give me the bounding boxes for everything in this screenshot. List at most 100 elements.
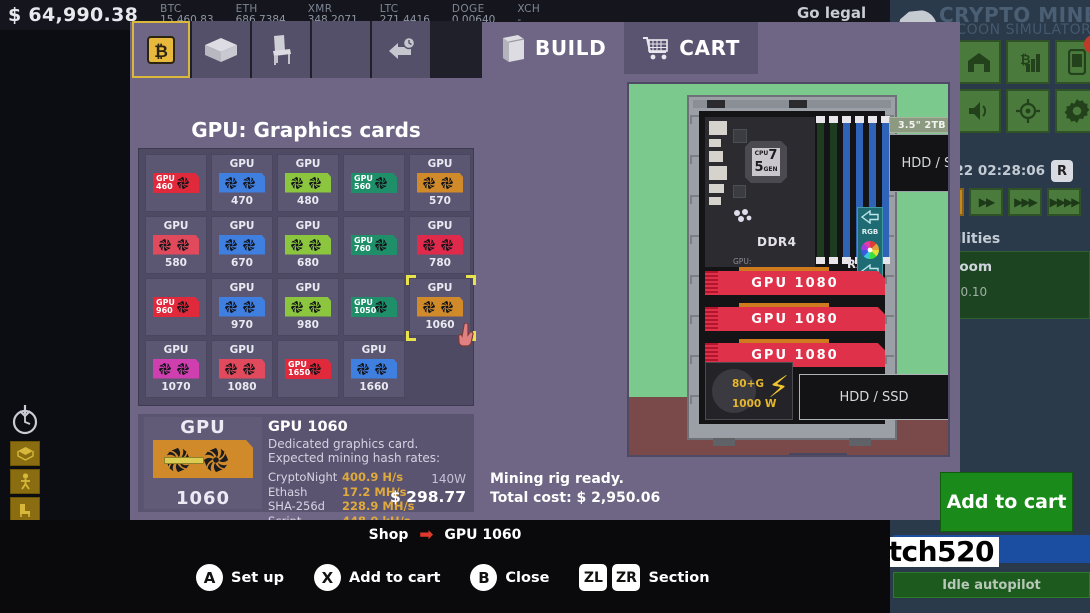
installed-gpu-2[interactable]: GPU 1080 xyxy=(705,307,885,331)
tab-components[interactable]: ₿ xyxy=(132,21,190,78)
fan-icon xyxy=(290,300,304,313)
gpu-cell-1660[interactable]: GPU 1660 xyxy=(343,340,405,398)
gpu-cell-top-label: GPU xyxy=(163,343,189,356)
fan-icon xyxy=(242,362,256,375)
gpu-cell-980[interactable]: GPU 980 xyxy=(277,278,339,336)
tool-object-icon[interactable] xyxy=(10,441,40,466)
button-zr-icon: ZR xyxy=(612,564,641,591)
go-legal-button[interactable]: Go legal xyxy=(797,4,866,22)
tab-boxes[interactable] xyxy=(192,21,250,78)
gpu-cell-top-label: GPU xyxy=(427,157,453,170)
shop-section-title: GPU: Graphics cards xyxy=(191,118,421,142)
shop-right-column: BUILD CART CPU7 5GEN DDR4 GPU: 3.5" 2TB … xyxy=(482,22,1073,532)
hint-close[interactable]: B Close xyxy=(470,564,549,591)
hdd-bay-slot[interactable]: HDD / SSD xyxy=(889,134,948,192)
mobo-dots-icon xyxy=(734,209,752,222)
gpu-cell-780[interactable]: GPU 780 xyxy=(409,216,471,274)
settings-button[interactable] xyxy=(1055,89,1090,133)
gpu-cell-top-label: GPU xyxy=(295,281,321,294)
gpu-connector xyxy=(359,193,381,197)
breadcrumb-from: Shop xyxy=(368,527,409,543)
rgb-label: RGB xyxy=(861,228,879,236)
hint-setup[interactable]: A Set up xyxy=(196,564,284,591)
gpu-cell-760[interactable]: GPU 760 xyxy=(343,216,405,274)
item-description: Dedicated graphics card. Expected mining… xyxy=(268,437,441,466)
gpu-cell-970[interactable]: GPU 970 xyxy=(211,278,273,336)
case-left-clips xyxy=(690,115,699,425)
speed-3x-button[interactable]: ▶▶▶▶ xyxy=(1047,188,1081,216)
pcie-slot-1 xyxy=(739,267,829,271)
hint-section[interactable]: ZL ZR Section xyxy=(579,564,710,591)
tab-empty[interactable] xyxy=(312,21,370,78)
build-viewport[interactable]: CPU7 5GEN DDR4 GPU: 3.5" 2TB HDD / RGB G… xyxy=(627,82,950,457)
ram-slot-3 xyxy=(842,116,851,264)
power-supply[interactable]: 80+G 1000 W ⚡ xyxy=(705,362,793,420)
gpu-card-graphic: GPU 1050 xyxy=(351,297,397,317)
fan-icon xyxy=(290,176,304,189)
gpu-cell-bottom-label: 980 xyxy=(297,318,319,331)
hint-close-label: Close xyxy=(505,569,550,586)
add-to-cart-button[interactable]: Add to cart xyxy=(940,472,1073,532)
item-wattage: 140W xyxy=(431,472,466,486)
gpu-cell-460[interactable]: GPU 460 xyxy=(145,154,207,212)
case-interior: CPU7 5GEN DDR4 GPU: 3.5" 2TB HDD / RGB G… xyxy=(699,111,948,424)
gpu-cell-top-label: GPU xyxy=(229,343,255,356)
gpu-cell-560[interactable]: GPU 560 xyxy=(343,154,405,212)
gpu-cell-470[interactable]: GPU 470 xyxy=(211,154,273,212)
gpu-cell-1650[interactable]: GPU 1650 xyxy=(277,340,339,398)
idle-autopilot-button[interactable]: Idle autopilot xyxy=(893,572,1090,598)
tab-build[interactable]: BUILD xyxy=(482,22,625,74)
button-b-icon: B xyxy=(470,564,498,591)
gpu-card-graphic xyxy=(219,172,265,193)
gpu-cell-1050[interactable]: GPU 1050 xyxy=(343,278,405,336)
speed-1x-button[interactable]: ▶▶ xyxy=(969,188,1003,216)
case-foot-right xyxy=(849,438,871,446)
gpu-grid-container: GPU 460 GPU 470 GPU 480 GPU 560 GPU 570 GPU xyxy=(138,148,476,406)
gpu-cell-bottom-label: 1080 xyxy=(227,380,257,393)
sound-button[interactable] xyxy=(957,89,1001,133)
fan-icon xyxy=(203,447,229,473)
camera-button[interactable] xyxy=(1006,89,1050,133)
gpu-card-graphic xyxy=(219,358,265,379)
tab-history[interactable] xyxy=(372,21,430,78)
box-icon xyxy=(503,35,525,62)
hint-add-to-cart[interactable]: X Add to cart xyxy=(313,564,440,591)
chipset-2 xyxy=(733,185,746,198)
chipset-1 xyxy=(733,129,747,143)
fan-icon xyxy=(176,300,190,314)
bottom-hint-bar: Shop ➡ GPU 1060 A Set up X Add to cart B… xyxy=(0,520,890,613)
time-clock-icon[interactable] xyxy=(6,400,44,438)
fan-icon xyxy=(308,238,322,251)
tab-furniture[interactable] xyxy=(252,21,310,78)
installed-gpu-1[interactable]: GPU 1080 xyxy=(705,271,885,295)
gpu-cell-bottom-label: 1660 xyxy=(359,380,389,393)
fan-icon xyxy=(356,362,370,375)
gpu-cell-570[interactable]: GPU 570 xyxy=(409,154,471,212)
facilities-button[interactable] xyxy=(957,40,1001,84)
tab-cart[interactable]: CART xyxy=(624,22,758,74)
fan-icon xyxy=(242,238,256,251)
button-x-icon: X xyxy=(313,564,341,591)
speed-2x-button[interactable]: ▶▶▶ xyxy=(1008,188,1042,216)
market-button[interactable]: ₿ xyxy=(1006,40,1050,84)
gpu-cell-670[interactable]: GPU 670 xyxy=(211,216,273,274)
gpu-cell-1060[interactable]: GPU 1060 xyxy=(406,275,476,347)
gpu-cell-580[interactable]: GPU 580 xyxy=(145,216,207,274)
rgb-panel[interactable]: RGB xyxy=(857,207,883,281)
phone-button[interactable]: 1 xyxy=(1055,35,1090,84)
gpu-cell-960[interactable]: GPU 960 xyxy=(145,278,207,336)
tool-person-icon[interactable] xyxy=(10,469,40,494)
gpu-cell-480[interactable]: GPU 480 xyxy=(277,154,339,212)
reset-key-badge[interactable]: R xyxy=(1051,160,1074,182)
viewport-scrollbar[interactable] xyxy=(789,453,847,455)
gpu-cell-1080[interactable]: GPU 1080 xyxy=(211,340,273,398)
gpu-connector xyxy=(161,193,183,197)
gpu-card-graphic xyxy=(285,234,331,255)
gpu-cell-680[interactable]: GPU 680 xyxy=(277,216,339,274)
hdd-bottom-slot[interactable]: HDD / SSD xyxy=(799,374,948,420)
tool-furniture-icon[interactable] xyxy=(10,497,40,522)
gpu-cell-bottom-label: 1070 xyxy=(161,380,191,393)
gpu-cell-1070[interactable]: GPU 1070 xyxy=(145,340,207,398)
right-panel-buttons: ₿ 1 xyxy=(957,35,1090,133)
gpu-cell-top-label: GPU xyxy=(163,219,189,232)
